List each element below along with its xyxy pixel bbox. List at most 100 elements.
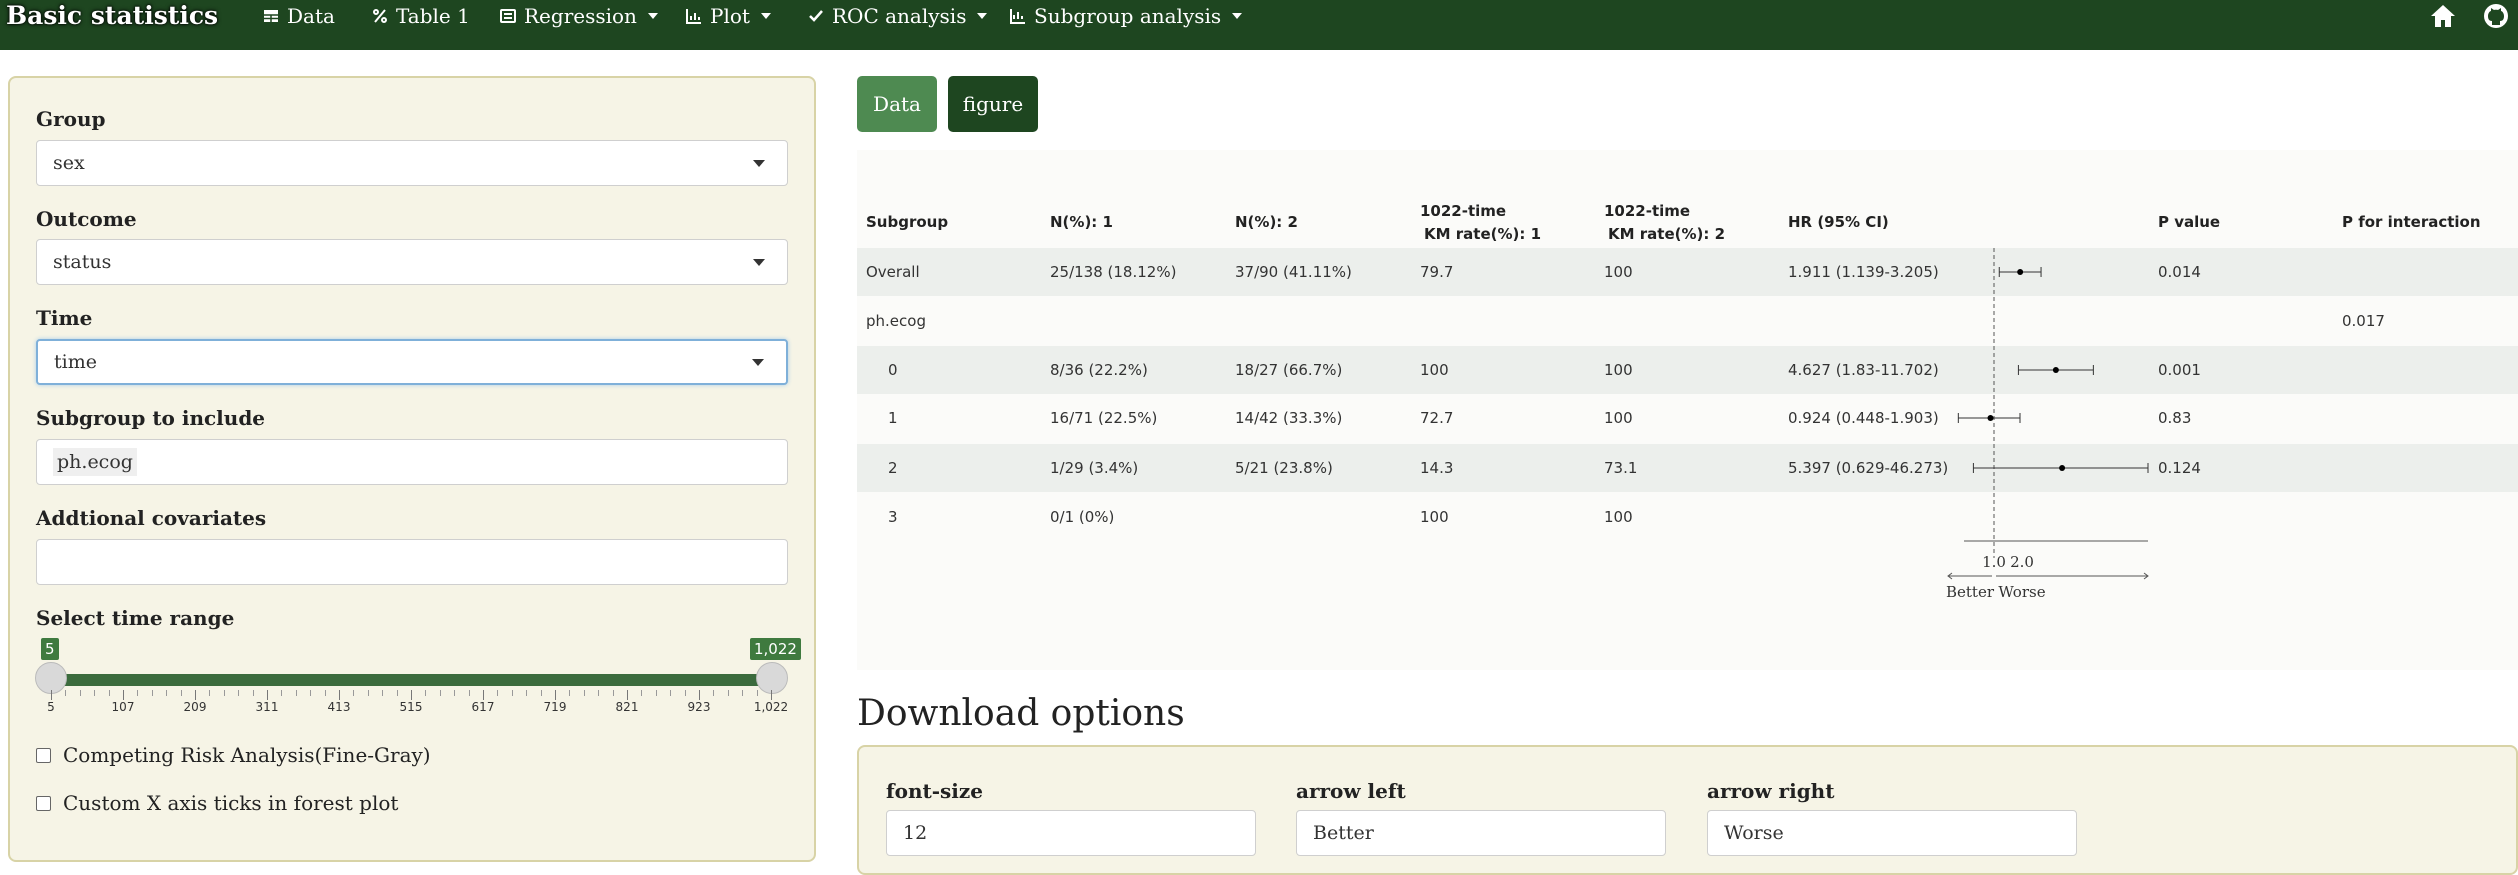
header-p: P value <box>2158 213 2221 231</box>
chevron-down-icon <box>977 13 988 19</box>
brand-title[interactable]: Basic statistics <box>6 0 218 32</box>
group-select-value: sex <box>53 152 85 174</box>
nav-roc-label: ROC analysis <box>832 4 967 28</box>
github-link[interactable] <box>2482 0 2510 32</box>
cell-km2: 100 <box>1604 508 1633 526</box>
header-subgroup: Subgroup <box>866 213 949 231</box>
slider-minor-tick <box>65 690 67 696</box>
nav-plot[interactable]: Plot <box>685 0 771 32</box>
nav-subgroup-label: Subgroup analysis <box>1034 4 1222 28</box>
covariates-input[interactable] <box>36 539 788 585</box>
nav-roc[interactable]: ROC analysis <box>807 0 988 32</box>
subgroup-tag[interactable]: ph.ecog <box>53 448 137 476</box>
slider-tick <box>411 690 412 700</box>
cell-km2: 73.1 <box>1604 459 1638 477</box>
nav-data[interactable]: Data <box>262 0 335 32</box>
slider-minor-tick <box>540 690 542 696</box>
cell-hr: 4.627 (1.83-11.702) <box>1788 361 1939 379</box>
slider-tick <box>195 690 196 700</box>
slider-minor-tick <box>223 690 225 696</box>
home-link[interactable] <box>2428 0 2458 32</box>
slider-minor-tick <box>180 690 182 696</box>
cell-km1: 100 <box>1420 508 1449 526</box>
slider-minor-tick <box>569 690 571 696</box>
checkbox-box[interactable] <box>36 747 51 763</box>
arrow-right-input[interactable]: Worse <box>1707 810 2077 856</box>
custom-ticks-checkbox[interactable]: Custom X axis ticks in forest plot <box>36 791 398 815</box>
time-select[interactable]: time <box>36 339 788 385</box>
nav-table1[interactable]: Table 1 <box>371 0 470 32</box>
group-label: Group <box>36 107 106 131</box>
slider-tick <box>267 690 268 700</box>
slider-minor-tick <box>108 690 110 696</box>
github-icon <box>2484 4 2508 28</box>
forest-plot: 1.0 2.0 Better Worse <box>1946 248 2149 601</box>
slider-tick-label: 923 <box>687 700 711 714</box>
slider-minor-tick <box>324 690 326 696</box>
chevron-down-icon <box>1232 13 1243 19</box>
cell-n1: 8/36 (22.2%) <box>1050 361 1148 379</box>
slider-tick-label: 1,022 <box>753 700 789 714</box>
slider-handle-to[interactable] <box>756 662 788 694</box>
header-n1: N(%): 1 <box>1050 213 1113 231</box>
cell-subgroup: 2 <box>888 459 898 477</box>
checkbox-box[interactable] <box>36 795 51 811</box>
forest-tick-label: 2.0 <box>2010 553 2034 571</box>
cell-hr: 5.397 (0.629-46.273) <box>1788 459 1949 477</box>
cell-km1: 72.7 <box>1420 409 1454 427</box>
cell-km2: 100 <box>1604 409 1633 427</box>
forest-point <box>2017 269 2024 275</box>
cell-km2: 100 <box>1604 263 1633 281</box>
slider-minor-tick <box>526 690 528 696</box>
table-row <box>857 296 2518 344</box>
slider-tick-label: 515 <box>399 700 423 714</box>
slider-from-badge: 5 <box>41 638 59 660</box>
chevron-down-icon <box>760 13 771 19</box>
slider-minor-tick <box>742 690 744 696</box>
cell-km1: 100 <box>1420 361 1449 379</box>
arrow-left-input[interactable]: Better <box>1296 810 1666 856</box>
slider-minor-tick <box>425 690 427 696</box>
chevron-down-icon <box>753 160 765 167</box>
slider-minor-tick <box>598 690 600 696</box>
group-select[interactable]: sex <box>36 140 788 186</box>
slider-minor-tick <box>382 690 384 696</box>
slider-minor-tick <box>166 690 168 696</box>
outcome-select[interactable]: status <box>36 239 788 285</box>
font-size-input[interactable]: 12 <box>886 810 1256 856</box>
slider-minor-tick <box>137 690 139 696</box>
covariates-label: Addtional covariates <box>36 506 267 530</box>
nav-regression-label: Regression <box>524 4 637 28</box>
cell-subgroup: 3 <box>888 508 898 526</box>
slider-tick <box>51 690 52 700</box>
competing-risk-checkbox[interactable]: Competing Risk Analysis(Fine-Gray) <box>36 743 431 767</box>
slider-tick-label: 209 <box>183 700 207 714</box>
slider-minor-tick <box>684 690 686 696</box>
arrow-right-field-label: arrow right <box>1707 779 1835 803</box>
slider-minor-tick <box>94 690 96 696</box>
slider-tick <box>123 690 124 700</box>
cell-subgroup: 0 <box>888 361 898 379</box>
cell-km2: 100 <box>1604 361 1633 379</box>
slider-minor-tick <box>454 690 456 696</box>
cell-n2: 5/21 (23.8%) <box>1235 459 1333 477</box>
tab-figure[interactable]: figure <box>948 76 1038 132</box>
nav-subgroup[interactable]: Subgroup analysis <box>1009 0 1243 32</box>
slider-minor-tick <box>468 690 470 696</box>
cell-subgroup: ph.ecog <box>866 312 926 330</box>
arrow-left-field-label: arrow left <box>1296 779 1406 803</box>
chevron-down-icon <box>752 359 764 366</box>
bar-chart-icon <box>686 9 701 24</box>
slider-minor-tick <box>79 690 81 696</box>
competing-risk-label: Competing Risk Analysis(Fine-Gray) <box>63 743 431 767</box>
cell-n2: 37/90 (41.11%) <box>1235 263 1352 281</box>
subgroup-input[interactable]: ph.ecog <box>36 439 788 485</box>
tab-data[interactable]: Data <box>857 76 937 132</box>
slider-tick <box>771 690 772 700</box>
nav-regression[interactable]: Regression <box>499 0 658 32</box>
time-range-slider-track[interactable] <box>40 674 762 686</box>
slider-minor-tick <box>727 690 729 696</box>
slider-minor-tick <box>367 690 369 696</box>
slider-minor-tick <box>641 690 643 696</box>
slider-minor-tick <box>151 690 153 696</box>
